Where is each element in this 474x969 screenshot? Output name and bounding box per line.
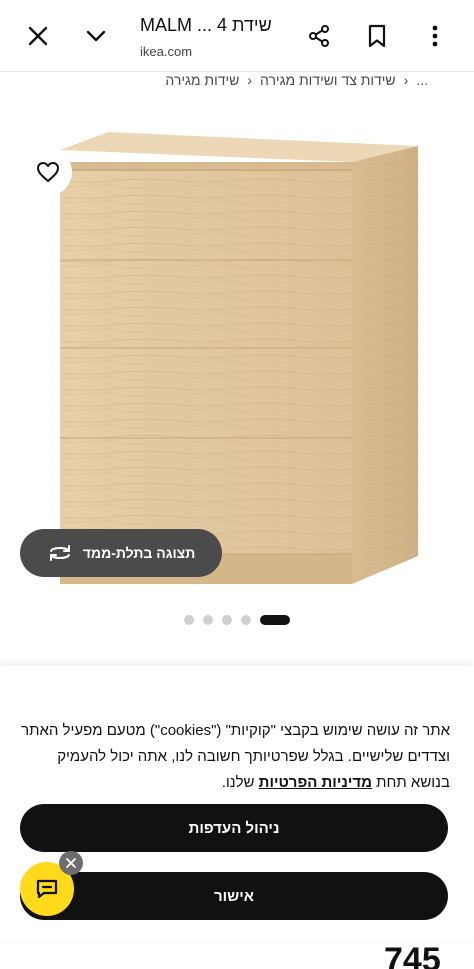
- close-small-icon: [66, 858, 76, 868]
- breadcrumb-item-side-tables[interactable]: שידות צד ושידות מגירה: [260, 72, 396, 88]
- bookmark-button[interactable]: [359, 18, 395, 54]
- chevron-down-icon: [86, 30, 106, 42]
- gallery-pagination: [184, 615, 290, 625]
- browser-toolbar: MALM ... שידת 4 ikea.com: [0, 0, 474, 72]
- heart-icon: [37, 162, 59, 182]
- chevron-left-icon: ‹: [247, 72, 252, 88]
- gallery-dot[interactable]: [222, 615, 232, 625]
- price-partial: 745: [384, 941, 441, 969]
- view-3d-label: תצוגה בתלת-ממד: [82, 545, 196, 561]
- gallery-dot-active[interactable]: [260, 615, 290, 625]
- chevron-left-icon: ‹: [403, 72, 409, 88]
- close-icon: [28, 26, 48, 46]
- close-chat-button[interactable]: [59, 851, 83, 875]
- cookie-text: אתר זה עושה שימוש בקבצי "קוקיות" ("cooki…: [20, 718, 450, 796]
- gallery-dot[interactable]: [241, 615, 251, 625]
- breadcrumb-item-ellipsis[interactable]: ...: [416, 72, 428, 88]
- expand-button[interactable]: [78, 18, 114, 54]
- chat-icon: [36, 879, 58, 899]
- gallery-dot[interactable]: [184, 615, 194, 625]
- page-title: MALM ... שידת 4: [140, 15, 272, 35]
- more-options-button[interactable]: [417, 18, 453, 54]
- gallery-dot[interactable]: [203, 615, 213, 625]
- bookmark-icon: [368, 24, 386, 48]
- add-to-favorites-button[interactable]: [24, 148, 72, 196]
- page-domain: ikea.com: [140, 44, 193, 59]
- breadcrumb-item-drawer-chests[interactable]: שידות מגירה: [165, 72, 239, 88]
- view-3d-button[interactable]: תצוגה בתלת-ממד: [20, 529, 222, 577]
- cookie-text-end: שלנו.: [221, 774, 259, 791]
- breadcrumb: ... ‹ שידות צד ושידות מגירה ‹ שידות מגיר…: [165, 72, 428, 88]
- accept-cookies-button[interactable]: אישור: [20, 872, 448, 920]
- privacy-policy-link[interactable]: מדיניות הפרטיות: [259, 774, 372, 791]
- close-tab-button[interactable]: [20, 18, 56, 54]
- share-icon: [309, 25, 329, 47]
- rotate-3d-icon: [49, 545, 70, 561]
- more-vert-icon: [432, 25, 438, 47]
- share-button[interactable]: [301, 18, 337, 54]
- manage-preferences-button[interactable]: ניהול העדפות: [20, 804, 448, 852]
